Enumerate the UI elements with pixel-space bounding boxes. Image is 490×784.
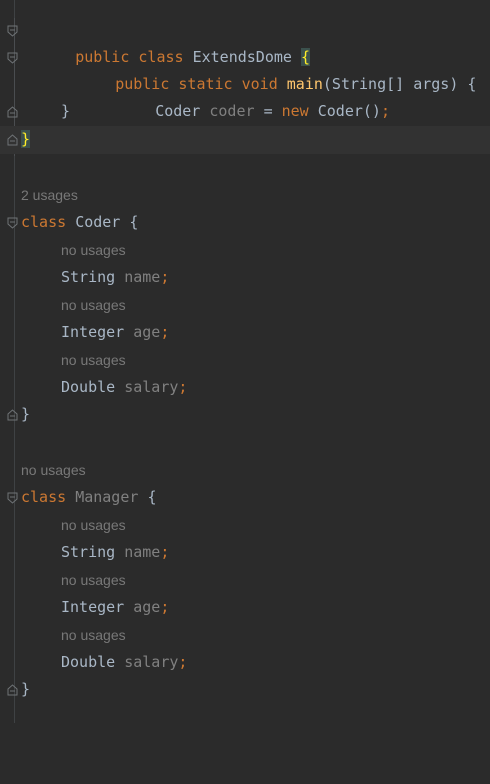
brace: }: [21, 405, 31, 423]
usages-hint[interactable]: no usages: [0, 237, 490, 264]
fold-close-icon[interactable]: [7, 684, 18, 696]
fold-open-icon[interactable]: [7, 217, 18, 229]
fold-open-icon[interactable]: [7, 492, 18, 504]
keyword: class: [21, 488, 67, 506]
code-line[interactable]: public static void main(String[] args) {: [0, 44, 490, 93]
usages-hint-text: 2 usages: [21, 187, 78, 203]
type-name: Double: [61, 653, 116, 671]
code-line[interactable]: }: [0, 676, 490, 703]
brace: }: [21, 680, 31, 698]
usages-hint-text: no usages: [21, 462, 86, 478]
semicolon: ;: [178, 653, 188, 671]
code-line[interactable]: Coder coder = new Coder();: [0, 71, 490, 120]
field-name: name: [124, 543, 161, 561]
brace: {: [129, 213, 139, 231]
code-line[interactable]: }: [0, 126, 490, 153]
fold-open-icon[interactable]: [7, 25, 18, 37]
field-name: name: [124, 268, 161, 286]
field-name: salary: [124, 378, 179, 396]
code-line[interactable]: Integer age;: [0, 319, 490, 346]
usages-hint-text: no usages: [61, 517, 126, 533]
brace: {: [147, 488, 157, 506]
type-name: String: [61, 543, 116, 561]
usages-hint[interactable]: no usages: [0, 512, 490, 539]
semicolon: ;: [160, 543, 170, 561]
code-line[interactable]: Double salary;: [0, 649, 490, 676]
field-name: age: [133, 598, 161, 616]
usages-hint-text: no usages: [61, 242, 126, 258]
usages-hint[interactable]: no usages: [0, 567, 490, 594]
usages-hint[interactable]: no usages: [0, 457, 490, 484]
brace: }: [61, 102, 71, 120]
usages-hint[interactable]: no usages: [0, 622, 490, 649]
usages-hint[interactable]: no usages: [0, 347, 490, 374]
field-name: salary: [124, 653, 179, 671]
code-line[interactable]: }: [0, 98, 490, 125]
semicolon: ;: [160, 268, 170, 286]
code-line[interactable]: Double salary;: [0, 374, 490, 401]
usages-hint[interactable]: 2 usages: [0, 182, 490, 209]
usages-hint-text: no usages: [61, 352, 126, 368]
fold-open-icon[interactable]: [7, 52, 18, 64]
code-line[interactable]: class Manager {: [0, 484, 490, 511]
code-line[interactable]: String name;: [0, 539, 490, 566]
code-line[interactable]: }: [0, 401, 490, 428]
usages-hint[interactable]: no usages: [0, 292, 490, 319]
fold-close-icon[interactable]: [7, 409, 18, 421]
semicolon: ;: [178, 378, 188, 396]
code-line[interactable]: class Coder {: [0, 209, 490, 236]
brace: }: [21, 130, 31, 148]
usages-hint-text: no usages: [61, 297, 126, 313]
code-line[interactable]: Integer age;: [0, 594, 490, 621]
type-name: Integer: [61, 323, 125, 341]
semicolon: ;: [160, 323, 170, 341]
fold-close-icon[interactable]: [7, 106, 18, 118]
class-name: Manager: [75, 488, 139, 506]
type-name: Double: [61, 378, 116, 396]
usages-hint-text: no usages: [61, 627, 126, 643]
semicolon: ;: [160, 598, 170, 616]
type-name: Integer: [61, 598, 125, 616]
field-name: age: [133, 323, 161, 341]
fold-close-icon[interactable]: [7, 134, 18, 146]
type-name: String: [61, 268, 116, 286]
keyword: class: [21, 213, 67, 231]
usages-hint-text: no usages: [61, 572, 126, 588]
code-line[interactable]: String name;: [0, 264, 490, 291]
code-line[interactable]: public class ExtendsDome {: [0, 17, 490, 66]
code-editor[interactable]: public class ExtendsDome { public static…: [0, 0, 490, 723]
class-name: Coder: [75, 213, 121, 231]
